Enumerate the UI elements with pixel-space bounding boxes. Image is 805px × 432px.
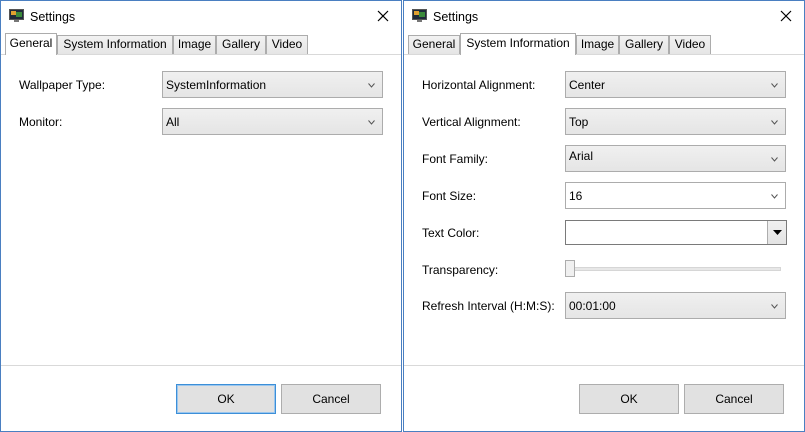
settings-window-general: Settings General System Information Imag… (0, 0, 402, 432)
footer-divider (404, 365, 804, 366)
tab-system-information[interactable]: System Information (460, 33, 576, 55)
horizontal-alignment-value: Center (569, 78, 606, 92)
tab-gallery[interactable]: Gallery (216, 35, 266, 54)
monitor-label: Monitor: (19, 115, 63, 129)
title-bar: Settings (1, 1, 401, 32)
monitor-value: All (166, 115, 180, 129)
chevron-down-icon (368, 120, 375, 125)
tab-image[interactable]: Image (173, 35, 216, 54)
monitor-app-icon (9, 9, 24, 22)
text-color-dropdown-button[interactable] (767, 221, 786, 244)
tab-strip: General System Information Image Gallery… (5, 33, 401, 55)
monitor-dropdown[interactable]: All (162, 108, 383, 135)
chevron-down-icon (771, 120, 778, 125)
chevron-down-icon (771, 194, 778, 199)
window-title: Settings (30, 10, 76, 24)
tab-gallery[interactable]: Gallery (619, 35, 669, 54)
monitor-app-icon (412, 9, 427, 22)
chevron-down-icon (771, 157, 778, 162)
transparency-slider-thumb[interactable] (565, 260, 575, 277)
font-size-label: Font Size: (422, 189, 477, 203)
tab-system-information[interactable]: System Information (57, 35, 173, 54)
settings-window-system-information: Settings General System Information Imag… (403, 0, 805, 432)
chevron-down-icon (771, 304, 778, 309)
font-family-label: Font Family: (422, 152, 489, 166)
refresh-interval-value: 00:01:00 (569, 299, 616, 313)
text-color-label: Text Color: (422, 226, 480, 240)
transparency-slider-track[interactable] (565, 267, 781, 271)
horizontal-alignment-dropdown[interactable]: Center (565, 71, 786, 98)
tab-divider (1, 54, 401, 55)
chevron-down-icon (368, 83, 375, 88)
refresh-interval-label: Refresh Interval (H:M:S): (422, 299, 555, 313)
vertical-alignment-dropdown[interactable]: Top (565, 108, 786, 135)
vertical-alignment-value: Top (569, 115, 589, 129)
vertical-alignment-label: Vertical Alignment: (422, 115, 521, 129)
refresh-interval-dropdown[interactable]: 00:01:00 (565, 292, 786, 319)
font-size-combobox[interactable]: 16 (565, 182, 786, 209)
wallpaper-type-value: SystemInformation (166, 78, 267, 92)
wallpaper-type-dropdown[interactable]: SystemInformation (162, 71, 383, 98)
text-color-picker[interactable] (565, 220, 787, 245)
footer-divider (1, 365, 401, 366)
window-title: Settings (433, 10, 479, 24)
close-icon[interactable] (375, 7, 391, 25)
title-bar: Settings (404, 1, 804, 32)
tab-strip: General System Information Image Gallery… (408, 33, 804, 55)
font-family-dropdown[interactable]: Arial (565, 145, 786, 172)
tab-image[interactable]: Image (576, 35, 619, 54)
ok-button[interactable]: OK (176, 384, 276, 414)
tab-video[interactable]: Video (669, 35, 711, 54)
cancel-button[interactable]: Cancel (684, 384, 784, 414)
horizontal-alignment-label: Horizontal Alignment: (422, 78, 536, 92)
wallpaper-type-label: Wallpaper Type: (19, 78, 106, 92)
cancel-button[interactable]: Cancel (281, 384, 381, 414)
font-family-value: Arial (569, 149, 594, 163)
close-icon[interactable] (778, 7, 794, 25)
ok-button[interactable]: OK (579, 384, 679, 414)
font-size-value: 16 (569, 189, 583, 203)
tab-general[interactable]: General (5, 33, 57, 55)
tab-general[interactable]: General (408, 35, 460, 54)
chevron-down-icon (771, 83, 778, 88)
triangle-down-icon (773, 230, 782, 235)
tab-video[interactable]: Video (266, 35, 308, 54)
transparency-label: Transparency: (422, 263, 499, 277)
